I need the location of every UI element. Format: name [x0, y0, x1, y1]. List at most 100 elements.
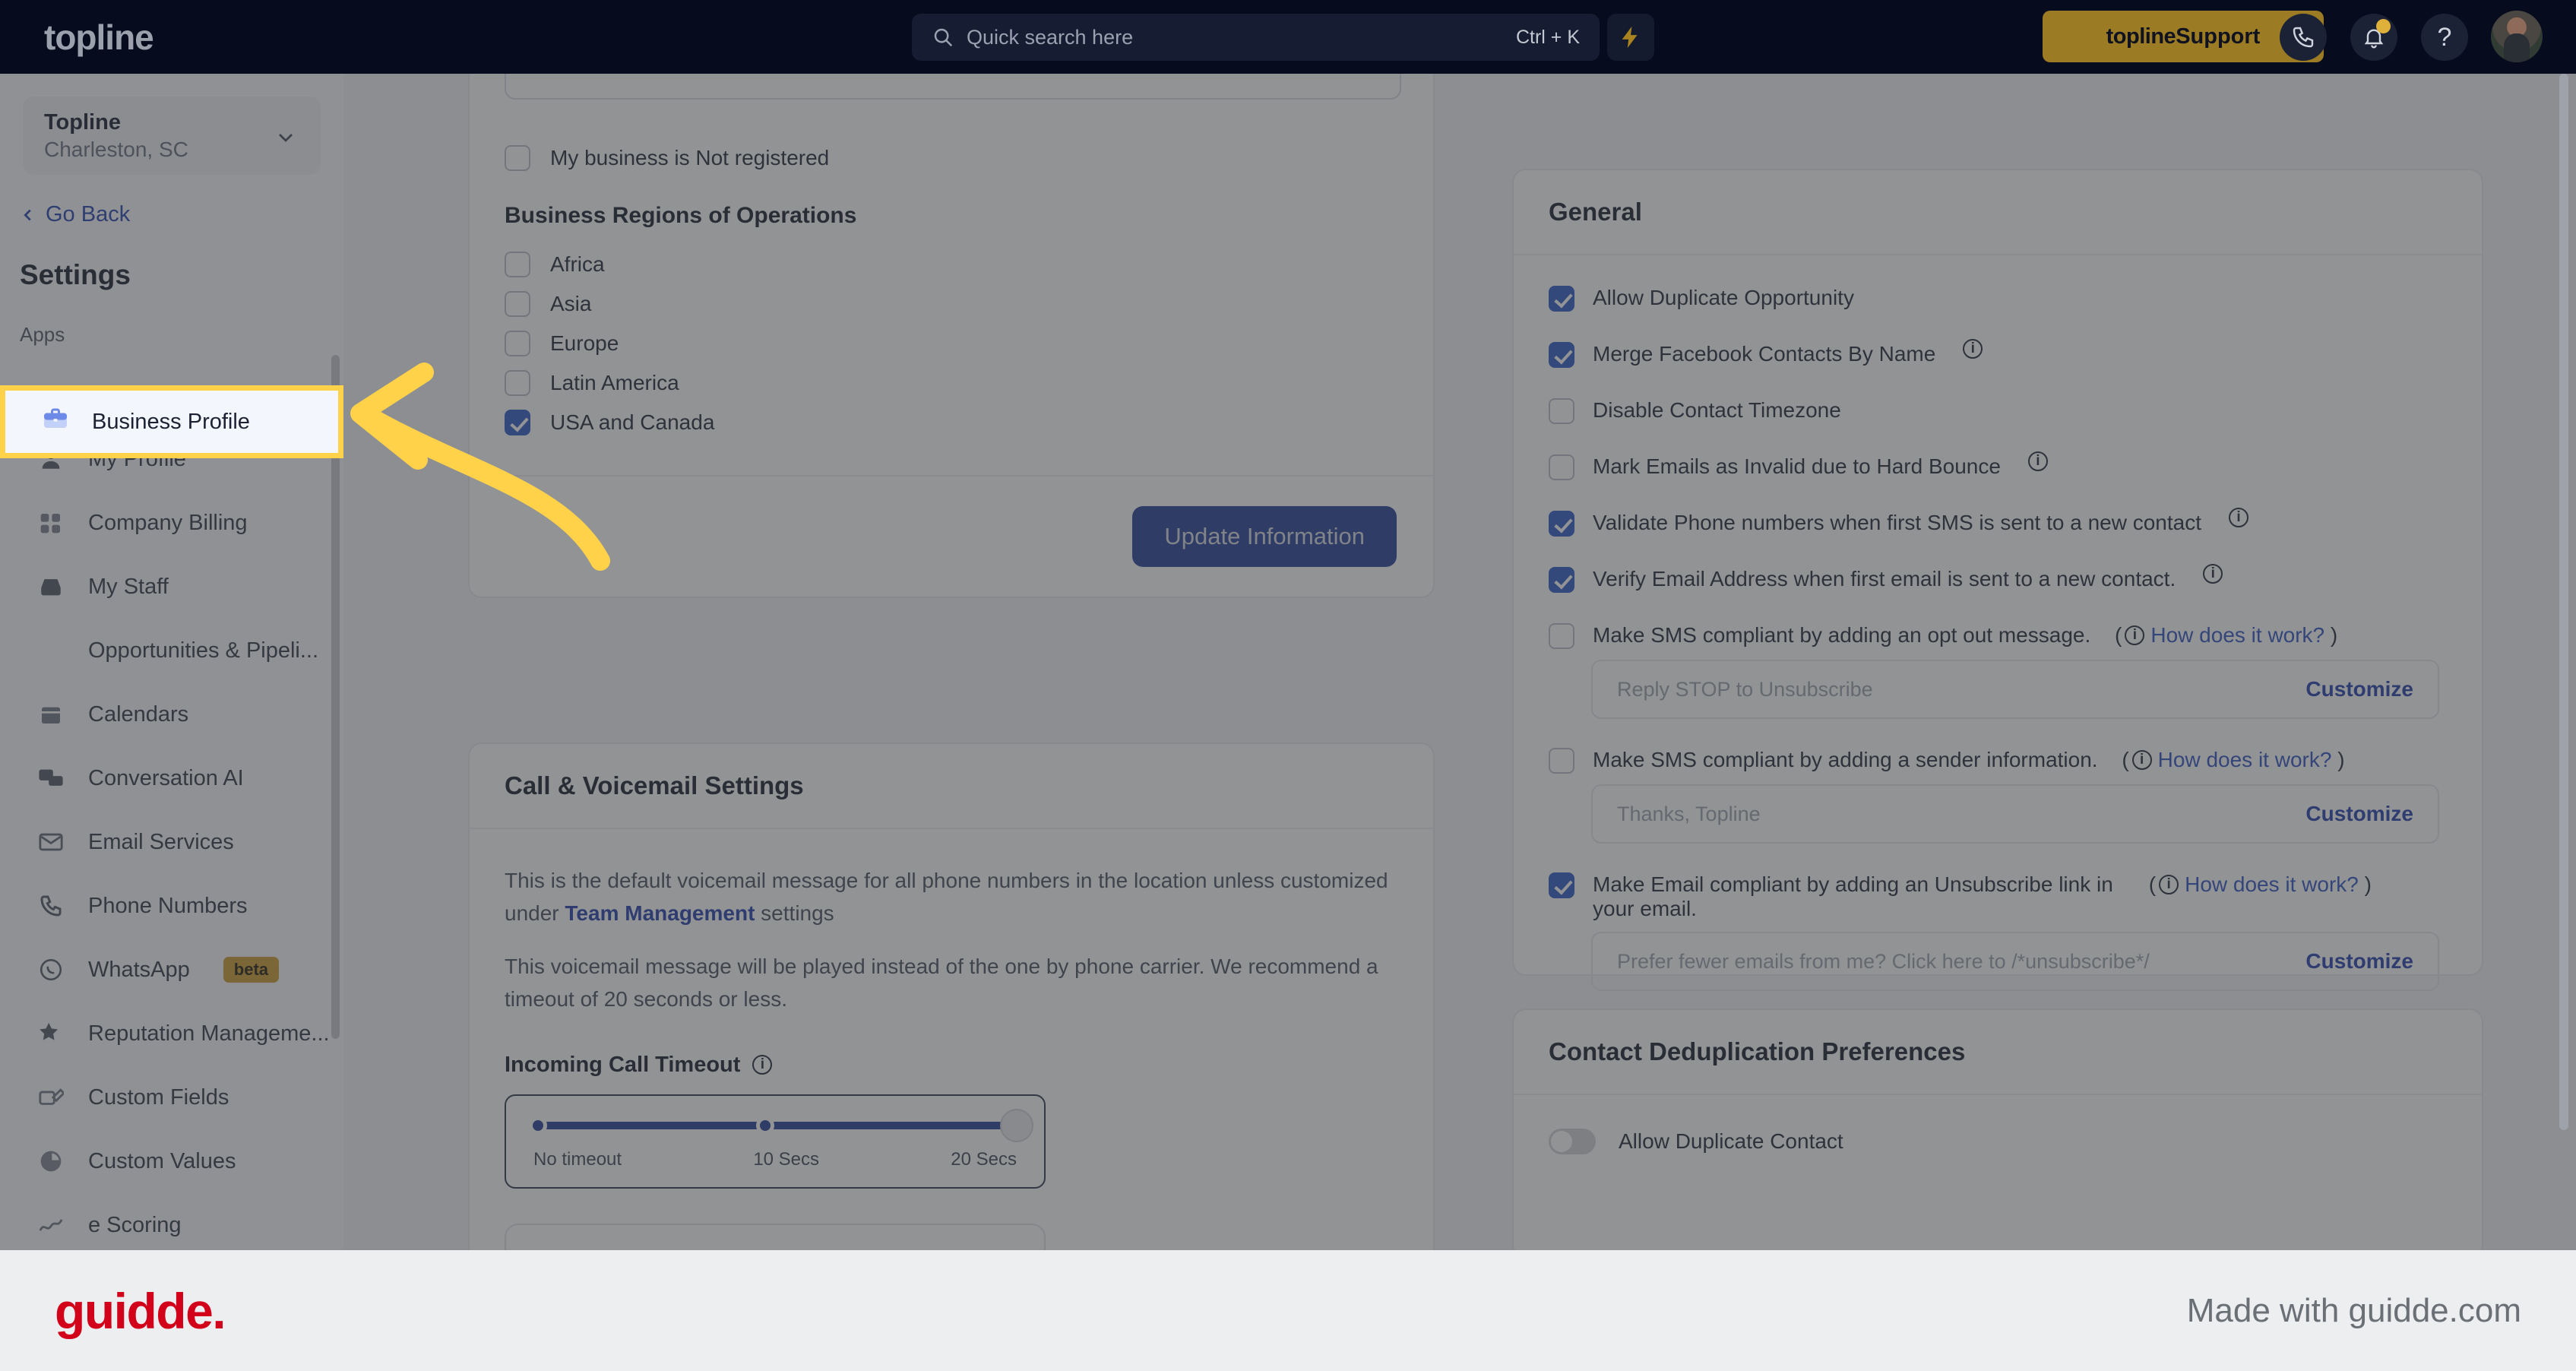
setting-checkbox[interactable]: [1549, 454, 1574, 480]
location-switcher[interactable]: Topline Charleston, SC: [23, 97, 321, 175]
setting-checkbox[interactable]: [1549, 342, 1574, 368]
customize-button[interactable]: Customize: [2305, 949, 2413, 974]
info-icon[interactable]: i: [2229, 508, 2249, 527]
trend-line-icon: [36, 1211, 65, 1240]
sidebar-item-company-billing[interactable]: Company Billing: [0, 491, 343, 555]
search-input[interactable]: Quick search here: [967, 26, 1516, 49]
call-voicemail-card: Call & Voicemail Settings This is the de…: [468, 742, 1435, 1250]
sidebar-item-label: My Staff: [88, 574, 169, 599]
main-content: My business is Not registered Business R…: [343, 74, 2576, 1250]
sidebar-item-label: Custom Fields: [88, 1084, 229, 1110]
inbox-icon: [36, 572, 65, 601]
timeout-label-text: Incoming Call Timeout: [505, 1052, 741, 1077]
setting-checkbox[interactable]: [1549, 872, 1574, 898]
app-logo[interactable]: topline: [44, 17, 154, 58]
sidebar-item-reputation-management[interactable]: Reputation Manageme...: [0, 1002, 343, 1065]
setting-row-merge-facebook-contacts[interactable]: Merge Facebook Contacts By Name i: [1549, 339, 2447, 368]
help-button[interactable]: ?: [2421, 14, 2468, 61]
sidebar-item-whatsapp[interactable]: WhatsApp beta: [0, 938, 343, 1002]
setting-label: Make SMS compliant by adding a sender in…: [1593, 748, 2098, 771]
slider-handle[interactable]: [1000, 1108, 1033, 1142]
allow-duplicate-contact-toggle[interactable]: [1549, 1129, 1596, 1154]
sidebar-item-conversation-ai[interactable]: Conversation AI: [0, 746, 343, 810]
sidebar-item-email-services[interactable]: Email Services: [0, 810, 343, 874]
team-management-link[interactable]: Team Management: [565, 901, 755, 925]
setting-checkbox[interactable]: [1549, 511, 1574, 537]
region-row-africa[interactable]: Africa: [505, 252, 714, 277]
not-registered-label: My business is Not registered: [550, 146, 830, 169]
email-unsubscribe-placeholder: Prefer fewer emails from me? Click here …: [1617, 949, 2150, 973]
setting-row-validate-phone-numbers[interactable]: Validate Phone numbers when first SMS is…: [1549, 508, 2447, 537]
info-icon[interactable]: i: [2125, 625, 2145, 645]
business-field-input[interactable]: [505, 74, 1401, 100]
region-checkbox[interactable]: [505, 252, 530, 277]
info-icon[interactable]: i: [2131, 750, 2152, 770]
sidebar-item-scoring[interactable]: e Scoring: [0, 1193, 343, 1250]
sidebar-item-label: WhatsApp: [88, 957, 190, 982]
slider-tick-label: 10 Secs: [753, 1148, 820, 1170]
not-registered-checkbox-row[interactable]: My business is Not registered: [505, 145, 829, 171]
setting-row-sms-sender-info[interactable]: Make SMS compliant by adding a sender in…: [1549, 748, 2447, 774]
region-checkbox[interactable]: [505, 331, 530, 356]
sidebar-item-custom-values[interactable]: Custom Values: [0, 1129, 343, 1193]
setting-row-email-unsubscribe[interactable]: Make Email compliant by adding an Unsubs…: [1549, 872, 2447, 921]
setting-checkbox[interactable]: [1549, 748, 1574, 774]
sidebar-item-custom-fields[interactable]: Custom Fields: [0, 1065, 343, 1129]
not-registered-checkbox[interactable]: [505, 145, 530, 171]
incoming-call-timeout-slider[interactable]: No timeout 10 Secs 20 Secs: [505, 1094, 1046, 1189]
slider-tick-label: 20 Secs: [951, 1148, 1017, 1170]
info-icon[interactable]: i: [1963, 339, 1983, 359]
how-does-it-work-link[interactable]: How does it work?: [2150, 623, 2324, 647]
info-icon[interactable]: i: [752, 1055, 773, 1075]
general-card-title: General: [1514, 170, 2482, 255]
setting-checkbox[interactable]: [1549, 398, 1574, 424]
sidebar-item-phone-numbers[interactable]: Phone Numbers: [0, 874, 343, 938]
info-icon[interactable]: i: [2159, 875, 2179, 894]
setting-row-sms-opt-out[interactable]: Make SMS compliant by adding an opt out …: [1549, 623, 2447, 649]
quick-actions-button[interactable]: [1607, 14, 1654, 61]
go-back-link[interactable]: Go Back: [20, 202, 343, 227]
app-root: topline Quick search here Ctrl + K topli…: [0, 0, 2576, 1371]
sms-sender-info-input[interactable]: Thanks, Topline Customize: [1591, 784, 2439, 844]
setting-label: Disable Contact Timezone: [1593, 398, 1841, 422]
notifications-button[interactable]: [2350, 14, 2397, 61]
sidebar-item-business-profile[interactable]: Business Profile: [0, 385, 343, 458]
setting-checkbox[interactable]: [1549, 567, 1574, 593]
general-settings-card: General Allow Duplicate Opportunity Merg…: [1512, 169, 2483, 991]
region-checkbox[interactable]: [505, 291, 530, 317]
made-with-guidde-text: Made with guidde.com: [2186, 1291, 2521, 1329]
support-text-label: Support: [2176, 24, 2261, 49]
region-row-europe[interactable]: Europe: [505, 331, 714, 356]
sms-opt-out-placeholder: Reply STOP to Unsubscribe: [1617, 677, 1873, 701]
sms-opt-out-message-input[interactable]: Reply STOP to Unsubscribe Customize: [1591, 660, 2439, 719]
info-icon[interactable]: i: [2203, 564, 2223, 584]
customize-button[interactable]: Customize: [2305, 802, 2413, 826]
main-scrollbar[interactable]: [2559, 74, 2568, 1130]
email-unsubscribe-input[interactable]: Prefer fewer emails from me? Click here …: [1591, 932, 2439, 991]
setting-row-mark-emails-invalid[interactable]: Mark Emails as Invalid due to Hard Bounc…: [1549, 451, 2447, 480]
beta-badge: beta: [223, 957, 280, 983]
sidebar-item-label: Email Services: [88, 829, 234, 854]
slider-track[interactable]: [529, 1108, 1033, 1142]
info-icon[interactable]: i: [2027, 451, 2048, 471]
update-information-button[interactable]: Update Information: [1132, 506, 1397, 567]
how-does-it-work-link[interactable]: How does it work?: [2158, 748, 2332, 771]
setting-row-allow-duplicate-opportunity[interactable]: Allow Duplicate Opportunity: [1549, 286, 2447, 312]
sidebar-item-opportunities-pipelines[interactable]: Opportunities & Pipeli...: [0, 619, 343, 682]
how-does-it-work-link[interactable]: How does it work?: [2185, 872, 2359, 896]
sidebar-item-calendars[interactable]: Calendars: [0, 682, 343, 746]
general-card-body: Allow Duplicate Opportunity Merge Facebo…: [1514, 255, 2482, 991]
setting-checkbox[interactable]: [1549, 286, 1574, 312]
setting-checkbox[interactable]: [1549, 623, 1574, 649]
setting-row-verify-email-address[interactable]: Verify Email Address when first email is…: [1549, 564, 2447, 593]
customize-button[interactable]: Customize: [2305, 677, 2413, 701]
quick-search-bar[interactable]: Quick search here Ctrl + K: [912, 14, 1600, 61]
setting-label: Allow Duplicate Opportunity: [1593, 286, 1854, 309]
setting-row-disable-contact-timezone[interactable]: Disable Contact Timezone: [1549, 398, 2447, 424]
pipeline-icon: [36, 636, 65, 665]
region-row-asia[interactable]: Asia: [505, 291, 714, 317]
avatar[interactable]: [2491, 11, 2543, 62]
sidebar-item-my-staff[interactable]: My Staff: [0, 555, 343, 619]
phone-button[interactable]: [2280, 14, 2327, 61]
voicemail-upload-dropzone[interactable]: [505, 1223, 1046, 1250]
